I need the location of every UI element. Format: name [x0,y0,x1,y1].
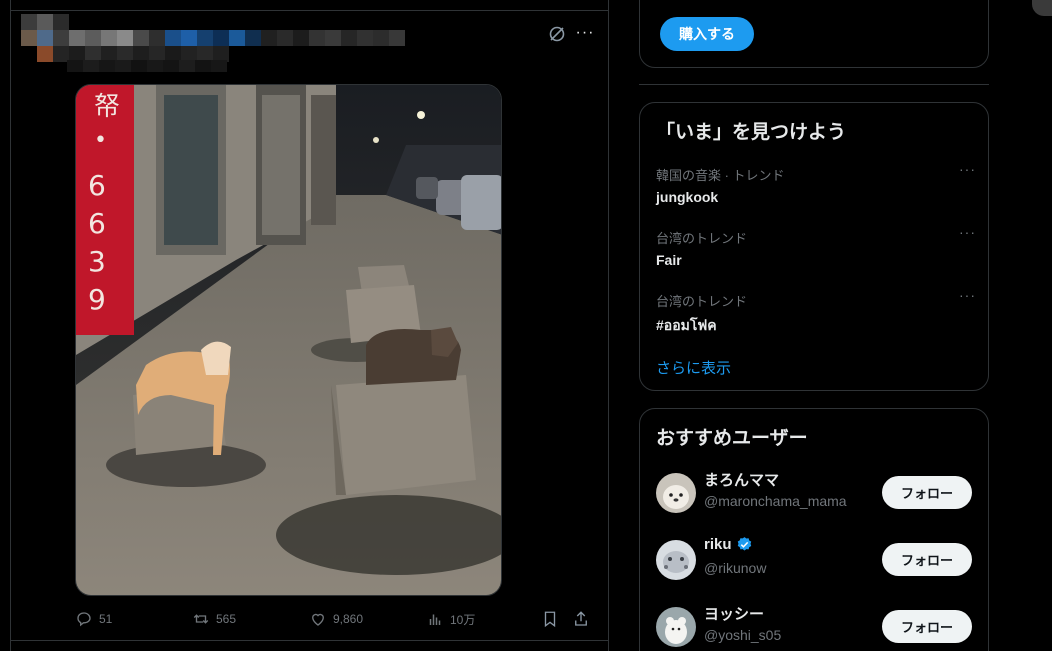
verified-badge-icon [737,537,751,551]
blurred-author-avatar[interactable] [21,30,405,46]
retweet-button[interactable]: 565 [192,608,236,630]
svg-text:•: • [94,128,107,153]
buy-button[interactable]: 購入する [660,17,754,51]
scroll-top-button[interactable] [1032,0,1052,16]
follow-button[interactable]: フォロー [882,610,972,643]
like-count: 9,860 [333,612,364,626]
like-button[interactable]: 9,860 [309,608,363,630]
tweet-photo[interactable]: 帑 • 6 6 3 9 [75,84,502,596]
who-to-follow-title: おすすめユーザー [656,428,808,449]
reply-icon [77,612,91,627]
follow-button[interactable]: フォロー [882,476,972,509]
reply-button[interactable]: 51 [75,608,112,630]
timeline-column: ··· 帑 • 6 6 3 9 51 565 9,860 10万 [10,0,609,651]
user-handle: @rikunow [704,560,767,576]
follow-button[interactable]: フォロー [882,543,972,576]
svg-text:3: 3 [88,245,106,278]
analytics-icon [429,614,441,625]
user-name: riku [704,536,753,553]
user-row[interactable]: riku @rikunow フォロー [656,536,972,582]
trend-item[interactable]: 台湾のトレンド #ออมโฟค ··· [656,287,976,337]
premium-card: 購入する [639,0,989,68]
bookmark-button[interactable] [541,608,559,630]
avatar[interactable] [656,473,696,513]
more-options-icon[interactable]: ··· [959,287,976,303]
svg-text:6: 6 [88,169,106,202]
views-count: 10万 [450,612,476,627]
svg-text:帑: 帑 [94,92,120,122]
user-name: ヨッシー [704,606,765,623]
divider [639,84,989,85]
bookmark-icon [544,611,556,628]
avatar[interactable] [656,607,696,647]
trends-title: 「いま」を見つけよう [656,122,847,143]
retweet-icon [193,614,209,624]
user-row[interactable]: ヨッシー @yoshi_s05 フォロー [656,603,972,649]
more-options-icon[interactable]: ··· [959,161,976,177]
trend-name: jungkook [656,189,719,205]
svg-text:9: 9 [88,283,106,316]
grok-icon[interactable] [547,24,567,44]
heart-icon [312,613,324,626]
trend-meta: 台湾のトレンド [656,294,748,309]
svg-text:6: 6 [88,207,106,240]
avatar[interactable] [656,540,696,580]
trend-item[interactable]: 台湾のトレンド Fair ··· [656,224,976,268]
blurred-meta [67,60,227,72]
divider [11,640,608,641]
divider [11,10,608,11]
trends-card: 「いま」を見つけよう 韓国の音楽 · トレンド jungkook ··· 台湾の… [639,102,989,391]
trend-name: #ออมโฟค [656,317,717,333]
reply-count: 51 [99,612,113,626]
user-row[interactable]: まろんママ @maronchama_mama フォロー [656,469,972,515]
tweet-actions: 51 565 9,860 10万 [75,608,595,630]
user-handle: @yoshi_s05 [704,627,782,643]
share-button[interactable] [572,608,590,630]
more-options-icon[interactable]: ··· [959,224,976,240]
user-handle: @maronchama_mama [704,493,847,509]
views-button[interactable]: 10万 [426,608,475,630]
retweet-count: 565 [216,612,237,626]
trend-item[interactable]: 韓国の音楽 · トレンド jungkook ··· [656,161,976,205]
user-name: まろんママ [704,472,780,489]
blurred-author-name [21,14,69,30]
more-options-icon[interactable]: ··· [573,22,597,44]
who-to-follow-card: おすすめユーザー まろんママ @maronchama_mama フォロー rik… [639,408,989,651]
share-icon [575,611,587,626]
trend-meta: 韓国の音楽 · トレンド [656,168,785,183]
trend-meta: 台湾のトレンド [656,231,748,246]
show-more-link[interactable]: さらに表示 [656,357,731,378]
trend-name: Fair [656,252,682,268]
